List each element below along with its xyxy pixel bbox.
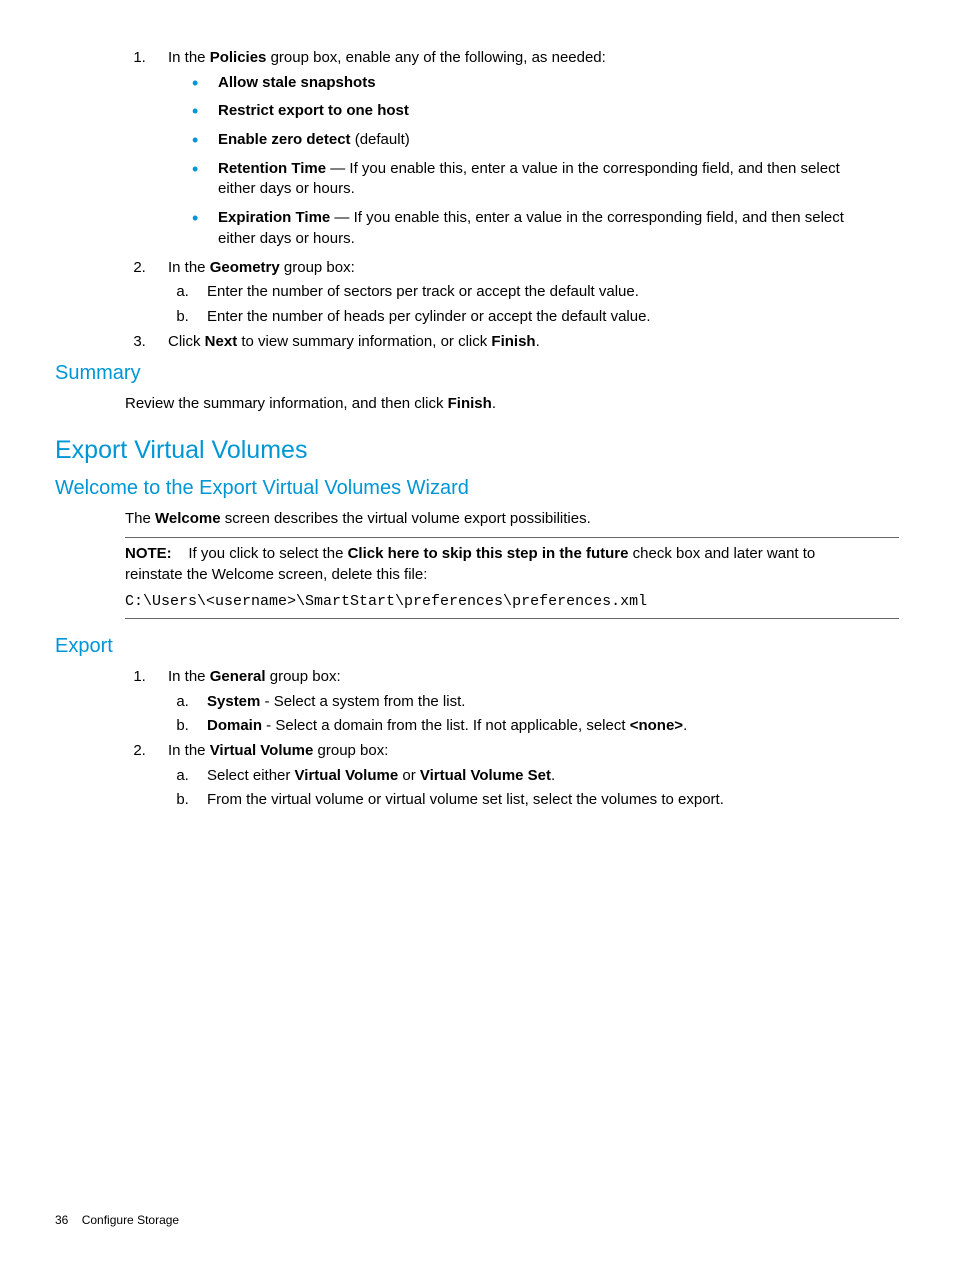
- bullet-item: Restrict export to one host: [186, 101, 869, 122]
- text: In the: [168, 742, 210, 759]
- list-item: In the Geometry group box: Enter the num…: [150, 258, 869, 328]
- text: If you click to select the: [188, 545, 347, 562]
- text-bold: Domain: [207, 717, 262, 734]
- heading-welcome-wizard: Welcome to the Export Virtual Volumes Wi…: [55, 475, 899, 503]
- text: screen describes the virtual volume expo…: [221, 510, 591, 527]
- text-bold: Retention Time: [218, 160, 326, 177]
- page-footer: 36 Configure Storage: [55, 1212, 179, 1229]
- text: Enter the number of heads per cylinder o…: [207, 308, 651, 325]
- alpha-list: Enter the number of sectors per track or…: [193, 282, 869, 327]
- text-bold: Expiration Time: [218, 209, 330, 226]
- text-bold: Virtual Volume: [210, 742, 314, 759]
- text-bold: Geometry: [210, 259, 280, 276]
- text-bold: Restrict export to one host: [218, 102, 409, 119]
- code-path: C:\Users\<username>\SmartStart\preferenc…: [125, 592, 869, 613]
- list-item: Domain - Select a domain from the list. …: [193, 716, 869, 737]
- text: to view summary information, or click: [237, 333, 491, 350]
- heading-summary: Summary: [55, 360, 899, 388]
- text-bold: Next: [205, 333, 238, 350]
- text-bold: System: [207, 693, 260, 710]
- text: - Select a system from the list.: [260, 693, 465, 710]
- text: group box:: [280, 259, 355, 276]
- text: or: [398, 767, 420, 784]
- text-bold: Finish: [491, 333, 535, 350]
- note-box: NOTE: If you click to select the Click h…: [125, 537, 899, 619]
- text: Click: [168, 333, 205, 350]
- list-item: Click Next to view summary information, …: [150, 332, 869, 353]
- text: - Select a domain from the list. If not …: [262, 717, 630, 734]
- text-bold: Policies: [210, 49, 267, 66]
- list-item: Enter the number of heads per cylinder o…: [193, 307, 869, 328]
- alpha-list: System - Select a system from the list. …: [193, 692, 869, 737]
- text: Review the summary information, and then…: [125, 395, 448, 412]
- text-bold: General: [210, 668, 266, 685]
- text-bold: Allow stale snapshots: [218, 74, 376, 91]
- list-item: From the virtual volume or virtual volum…: [193, 790, 869, 811]
- text: group box:: [313, 742, 388, 759]
- text: In the: [168, 668, 210, 685]
- bullet-list: Allow stale snapshots Restrict export to…: [186, 73, 869, 250]
- text: Enter the number of sectors per track or…: [207, 283, 639, 300]
- ordered-list-1: In the Policies group box, enable any of…: [150, 48, 899, 352]
- text-bold: Welcome: [155, 510, 221, 527]
- text: Select either: [207, 767, 295, 784]
- alpha-list: Select either Virtual Volume or Virtual …: [193, 766, 869, 811]
- text: The: [125, 510, 155, 527]
- page-number: 36: [55, 1213, 68, 1227]
- text: .: [551, 767, 555, 784]
- bullet-item: Expiration Time — If you enable this, en…: [186, 208, 869, 249]
- text: .: [492, 395, 496, 412]
- text: .: [536, 333, 540, 350]
- text-bold: <none>: [630, 717, 683, 734]
- note-label: NOTE:: [125, 545, 172, 562]
- footer-section: Configure Storage: [82, 1213, 179, 1227]
- text: In the: [168, 259, 210, 276]
- text: In the: [168, 49, 210, 66]
- ordered-list-export: In the General group box: System - Selec…: [150, 667, 899, 811]
- text: group box:: [266, 668, 341, 685]
- bullet-item: Enable zero detect (default): [186, 130, 869, 151]
- heading-export-virtual-volumes: Export Virtual Volumes: [55, 433, 899, 468]
- list-item: In the General group box: System - Selec…: [150, 667, 869, 737]
- bullet-item: Retention Time — If you enable this, ent…: [186, 159, 869, 200]
- text: group box, enable any of the following, …: [266, 49, 605, 66]
- list-item: System - Select a system from the list.: [193, 692, 869, 713]
- list-item: In the Policies group box, enable any of…: [150, 48, 869, 250]
- paragraph: Review the summary information, and then…: [125, 394, 899, 415]
- list-item: Enter the number of sectors per track or…: [193, 282, 869, 303]
- text-bold: Virtual Volume Set: [420, 767, 551, 784]
- text: (default): [351, 131, 410, 148]
- list-item: Select either Virtual Volume or Virtual …: [193, 766, 869, 787]
- text: From the virtual volume or virtual volum…: [207, 791, 724, 808]
- list-item: In the Virtual Volume group box: Select …: [150, 741, 869, 811]
- paragraph: The Welcome screen describes the virtual…: [125, 509, 899, 530]
- text-bold: Virtual Volume: [295, 767, 399, 784]
- text-bold: Finish: [448, 395, 492, 412]
- bullet-item: Allow stale snapshots: [186, 73, 869, 94]
- text-bold: Enable zero detect: [218, 131, 351, 148]
- text-bold: Click here to skip this step in the futu…: [348, 545, 629, 562]
- heading-export: Export: [55, 633, 899, 661]
- text: .: [683, 717, 687, 734]
